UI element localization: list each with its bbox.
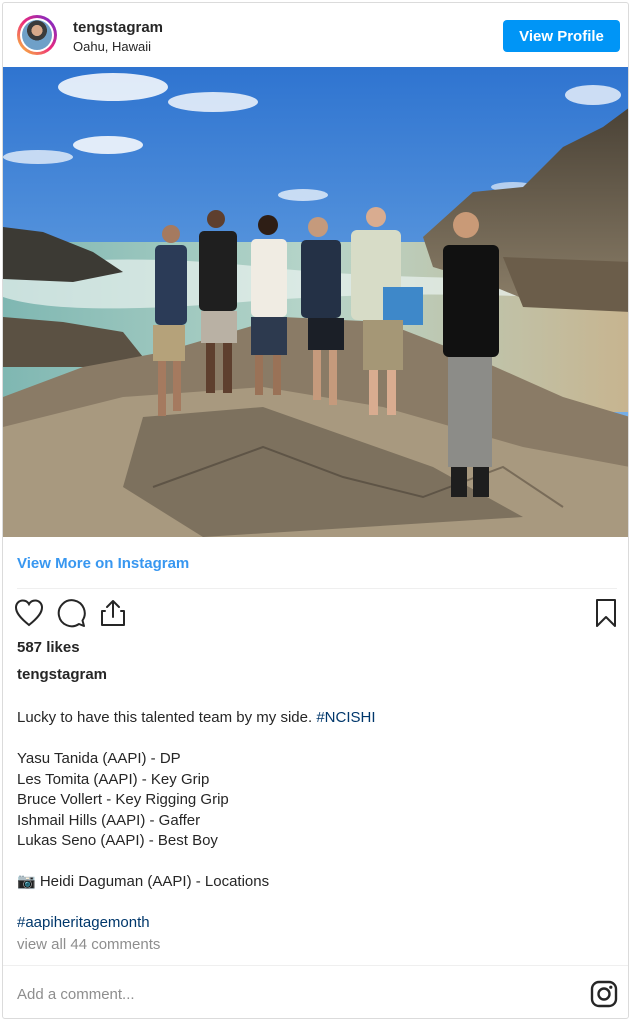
comment-icon[interactable] — [55, 597, 87, 629]
caption-line: Yasu Tanida (AAPI) - DP — [17, 750, 181, 767]
comment-bar — [3, 965, 628, 1018]
view-more-on-instagram-link[interactable]: View More on Instagram — [17, 555, 189, 572]
instagram-embed-card: tengstagram Oahu, Hawaii View Profile Vi… — [2, 2, 629, 1019]
header-username[interactable]: tengstagram — [73, 19, 163, 36]
heart-icon[interactable] — [13, 597, 45, 629]
post-header: tengstagram Oahu, Hawaii View Profile — [3, 3, 628, 67]
caption-line: 📷 Heidi Daguman (AAPI) - Locations — [17, 873, 270, 890]
caption-line: Lucky to have this talented team by my s… — [17, 709, 376, 726]
instagram-icon[interactable] — [590, 980, 618, 1008]
caption-line: Ishmail Hills (AAPI) - Gaffer — [17, 811, 201, 829]
caption-line: Bruce Vollert - Key Rigging Grip — [17, 791, 229, 808]
view-profile-button[interactable]: View Profile — [503, 20, 620, 52]
add-comment-input[interactable] — [15, 981, 539, 1007]
share-icon[interactable] — [97, 597, 129, 629]
post-photo[interactable] — [3, 67, 628, 537]
caption-line: #aapiheritagemonth — [17, 913, 617, 934]
caption-line: Les Tomita (AAPI) - Key Grip — [17, 770, 210, 788]
avatar[interactable] — [17, 15, 57, 55]
divider — [17, 588, 617, 589]
bookmark-icon[interactable] — [590, 597, 622, 629]
view-all-comments-link[interactable]: view all 44 comments — [17, 936, 160, 953]
likes-count[interactable]: 587 likes — [17, 639, 80, 656]
caption-text: Lucky to have this talented team by my s… — [17, 708, 617, 934]
caption-line: Lukas Seno (AAPI) - Best Boy — [17, 832, 218, 849]
caption-username[interactable]: tengstagram — [17, 666, 107, 683]
hashtag-link[interactable]: #aapiheritagemonth — [17, 914, 150, 931]
header-location[interactable]: Oahu, Hawaii — [73, 39, 151, 54]
hashtag-link[interactable]: #NCISHI — [316, 709, 375, 726]
